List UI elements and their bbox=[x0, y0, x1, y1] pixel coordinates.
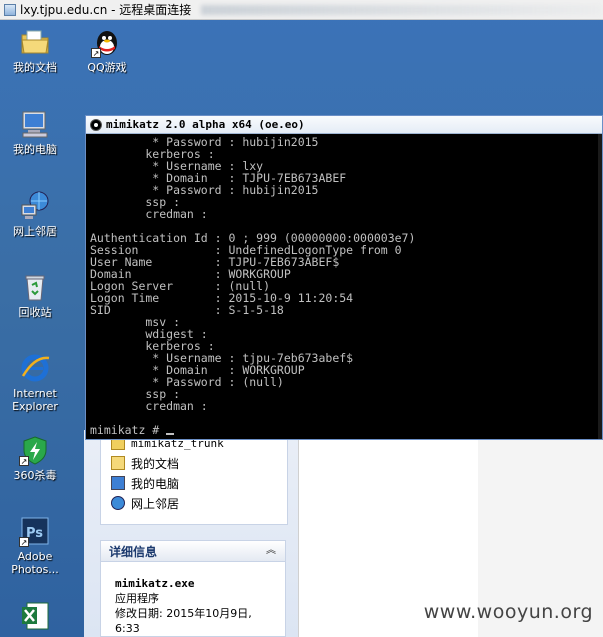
remote-desktop-titlebar[interactable]: lxy.tjpu.edu.cn - 远程桌面连接 bbox=[0, 0, 603, 20]
recycle-bin-icon bbox=[19, 271, 51, 303]
desktop-icon-label-line2: Explorer bbox=[12, 400, 58, 413]
network-places-icon bbox=[19, 190, 51, 222]
desktop-icon-label-line1: Adobe bbox=[17, 550, 53, 563]
details-title: 详细信息 bbox=[109, 544, 158, 559]
desktop-icon-recycle-bin[interactable]: 回收站 bbox=[0, 271, 70, 319]
explorer-task-pane: mimikatz_trunk 我的文档 我的电脑 网上邻居 详细信息 ︽ mim… bbox=[84, 430, 298, 637]
mimikatz-app-icon bbox=[90, 118, 102, 131]
other-places-item[interactable]: 我的电脑 bbox=[111, 475, 179, 491]
remote-desktop-screen: lxy.tjpu.edu.cn - 远程桌面连接 我的文档 ↗ QQ游戏 我的电… bbox=[0, 0, 603, 637]
details-modified-time: 6:33 bbox=[115, 622, 140, 635]
details-panel-body: mimikatz.exe 应用程序 修改日期: 2015年10月9日, 6:33 bbox=[100, 562, 286, 637]
other-places-panel: mimikatz_trunk 我的文档 我的电脑 网上邻居 bbox=[100, 430, 288, 525]
console-titlebar[interactable]: mimikatz 2.0 alpha x64 (oe.eo) bbox=[86, 116, 602, 134]
desktop-icon-my-computer[interactable]: 我的电脑 bbox=[0, 108, 70, 156]
console-output[interactable]: * Password : hubijin2015 kerberos : * Us… bbox=[90, 136, 600, 436]
mimikatz-console-window[interactable]: mimikatz 2.0 alpha x64 (oe.eo) * Passwor… bbox=[85, 115, 603, 440]
details-modified-date: 修改日期: 2015年10月9日, bbox=[115, 607, 252, 620]
console-scrollbar[interactable] bbox=[598, 134, 602, 439]
desktop-icon-photoshop[interactable]: Ps ↗ Adobe Photos... bbox=[0, 515, 70, 576]
other-places-label: 我的文档 bbox=[131, 456, 180, 471]
desktop-icon-excel[interactable] bbox=[0, 600, 70, 635]
desktop-icon-label: 我的文档 bbox=[13, 61, 57, 74]
shortcut-arrow-icon: ↗ bbox=[91, 48, 101, 58]
shortcut-arrow-icon: ↗ bbox=[19, 456, 29, 466]
desktop-icon-label: 我的电脑 bbox=[13, 143, 57, 156]
desktop-icon-label-line2: Photos... bbox=[11, 563, 59, 576]
desktop-icon-360-antivirus[interactable]: ↗ 360杀毒 bbox=[0, 434, 70, 482]
remote-desktop-icon bbox=[4, 3, 16, 16]
desktop-icon-label: QQ游戏 bbox=[87, 61, 127, 74]
qq-game-icon: ↗ bbox=[91, 26, 123, 58]
other-places-item[interactable]: 网上邻居 bbox=[111, 495, 179, 511]
desktop-icon-label: 网上邻居 bbox=[13, 225, 57, 238]
network-places-icon bbox=[111, 496, 125, 510]
shortcut-arrow-icon: ↗ bbox=[19, 537, 29, 547]
blurred-titlebar-area bbox=[201, 4, 602, 15]
photoshop-icon: Ps ↗ bbox=[19, 515, 51, 547]
details-file-type: 应用程序 bbox=[115, 592, 159, 605]
desktop-icon-label: 回收站 bbox=[18, 306, 52, 319]
desktop-icon-qq-game[interactable]: ↗ QQ游戏 bbox=[72, 26, 142, 74]
desktop-icon-network-places[interactable]: 网上邻居 bbox=[0, 190, 70, 238]
internet-explorer-icon bbox=[19, 352, 51, 384]
details-panel-header[interactable]: 详细信息 ︽ bbox=[100, 540, 286, 562]
desktop-icon-label: 360杀毒 bbox=[13, 469, 57, 482]
my-documents-icon bbox=[111, 456, 125, 470]
console-line: credman : bbox=[90, 207, 208, 221]
console-cursor bbox=[166, 433, 175, 435]
console-line: mimikatz # bbox=[90, 424, 600, 436]
antivirus-360-icon: ↗ bbox=[19, 434, 51, 466]
my-computer-icon bbox=[19, 108, 51, 140]
collapse-chevron-icon[interactable]: ︽ bbox=[265, 545, 277, 557]
desktop-icon-internet-explorer[interactable]: Internet Explorer bbox=[0, 352, 70, 413]
desktop-icon-label-line1: Internet bbox=[13, 387, 57, 400]
console-title: mimikatz 2.0 alpha x64 (oe.eo) bbox=[106, 118, 305, 131]
other-places-label: 网上邻居 bbox=[131, 496, 180, 511]
remote-desktop-title: lxy.tjpu.edu.cn - 远程桌面连接 bbox=[20, 3, 192, 17]
details-file-name: mimikatz.exe bbox=[115, 577, 195, 590]
other-places-label: 我的电脑 bbox=[131, 476, 180, 491]
desktop-icon-my-documents[interactable]: 我的文档 bbox=[0, 26, 70, 74]
excel-icon bbox=[19, 600, 51, 632]
other-places-item[interactable]: 我的文档 bbox=[111, 455, 179, 471]
my-documents-icon bbox=[19, 26, 51, 58]
console-line: credman : bbox=[90, 399, 208, 413]
my-computer-icon bbox=[111, 476, 125, 490]
watermark: www.wooyun.org bbox=[423, 601, 593, 623]
